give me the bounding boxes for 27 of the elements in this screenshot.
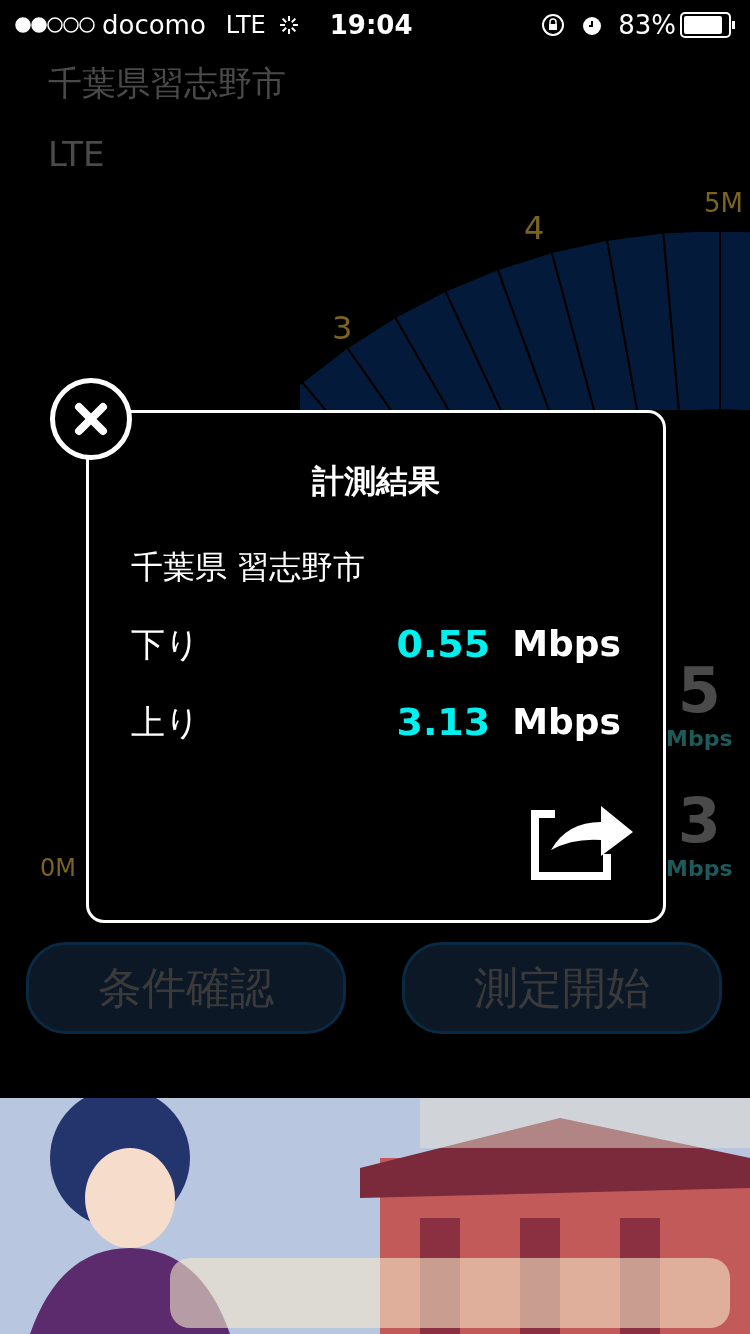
network-text: LTE xyxy=(48,133,106,176)
activity-icon xyxy=(277,14,300,36)
location-text: 千葉県習志野市 xyxy=(48,62,287,105)
reading-value: 5 xyxy=(677,660,721,722)
reading-unit: Mbps xyxy=(666,855,733,883)
speed-value: 3.13 xyxy=(396,698,491,746)
dialog-title: 計測結果 xyxy=(312,461,440,502)
battery-icon xyxy=(680,12,736,38)
direction-label: 上り xyxy=(131,700,200,744)
gauge-label: 0M xyxy=(40,856,76,880)
gauge-label: 4 xyxy=(524,212,545,244)
gauge-label: 3 xyxy=(332,312,353,344)
close-icon xyxy=(73,401,109,437)
network-type: LTE xyxy=(225,10,266,41)
gauge-label: 5M xyxy=(704,190,743,216)
speed-unit: Mbps xyxy=(512,622,621,666)
clock-time: 19:04 xyxy=(329,8,413,42)
reading-value: 3 xyxy=(677,790,721,852)
speed-unit: Mbps xyxy=(512,700,621,744)
carrier-name: docomo xyxy=(102,8,206,42)
speed-value: 0.55 xyxy=(396,620,491,668)
battery-percent: 83% xyxy=(618,8,676,42)
signal-icon xyxy=(14,16,96,34)
result-location: 千葉県 習志野市 xyxy=(131,547,367,588)
direction-label: 下り xyxy=(131,622,200,666)
reading-unit: Mbps xyxy=(666,725,733,753)
rotation-lock-icon xyxy=(540,12,567,38)
